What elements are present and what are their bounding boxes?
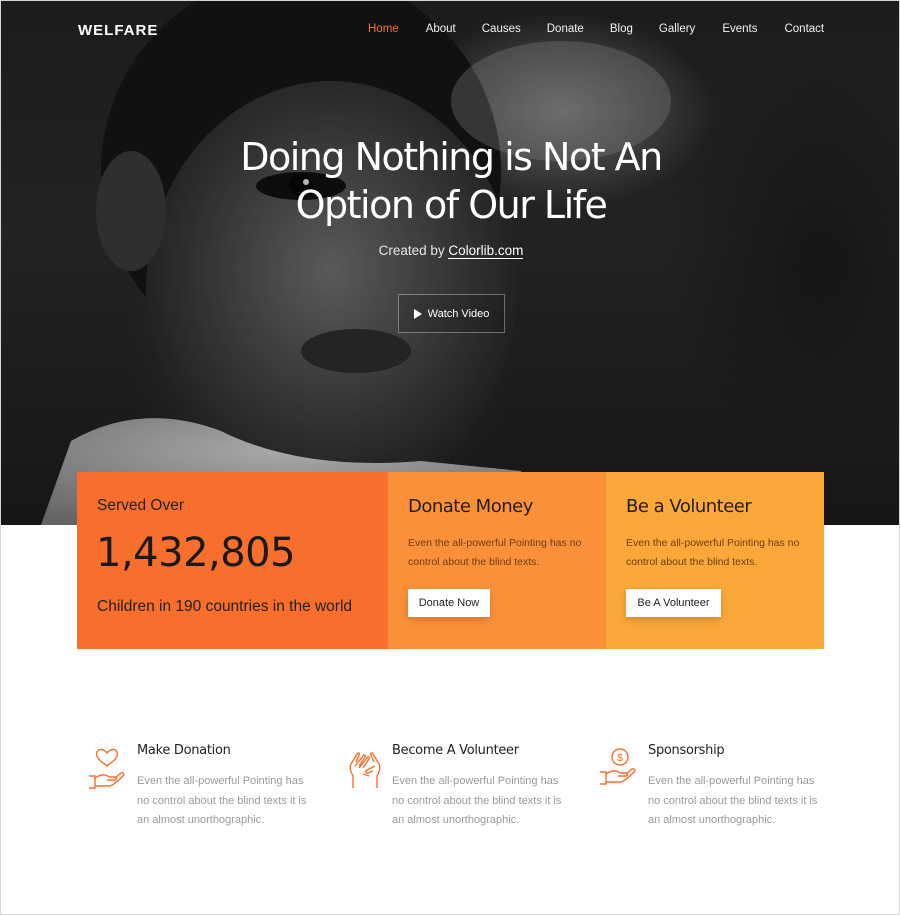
service-text: Even the all-powerful Pointing has no co…	[648, 775, 818, 826]
watch-video-button[interactable]: Watch Video	[398, 294, 505, 333]
hero-title-line1: Doing Nothing is Not An	[240, 135, 663, 179]
nav-item-blog[interactable]: Blog	[610, 23, 633, 35]
stats-panel: Served Over 1,432,805 Children in 190 co…	[77, 472, 388, 649]
service-become-volunteer: Become A Volunteer Even the all-powerful…	[342, 740, 572, 840]
hero-credit-link[interactable]: Colorlib.com	[448, 243, 524, 259]
hero-title-line2: Option of Our Life	[295, 183, 608, 227]
nav-item-donate[interactable]: Donate	[547, 23, 584, 35]
stats-description: Children in 190 countries in the world	[97, 598, 353, 615]
hero-title: Doing Nothing is Not An Option of Our Li…	[201, 133, 701, 229]
service-text: Even the all-powerful Pointing has no co…	[137, 775, 307, 826]
donate-text: Even the all-powerful Pointing has no co…	[408, 537, 582, 568]
stats-label: Served Over	[97, 497, 185, 514]
volunteer-panel: Be a Volunteer Even the all-powerful Poi…	[606, 472, 824, 649]
service-sponsorship: $ Sponsorship Even the all-powerful Poin…	[598, 740, 828, 840]
service-make-donation: Make Donation Even the all-powerful Poin…	[87, 740, 317, 840]
service-title: Sponsorship	[648, 743, 725, 758]
hero-section: WELFARE Home About Causes Donate Blog Ga…	[1, 1, 899, 525]
hero-credit-prefix: Created by	[378, 243, 445, 258]
nav-item-events[interactable]: Events	[722, 23, 757, 35]
hero-overlay	[1, 1, 899, 525]
heart-hand-icon	[89, 748, 125, 789]
play-icon	[413, 308, 422, 319]
donate-panel: Donate Money Even the all-powerful Point…	[388, 472, 606, 649]
nav-item-gallery[interactable]: Gallery	[659, 23, 695, 35]
service-text: Even the all-powerful Pointing has no co…	[392, 775, 562, 826]
be-a-volunteer-button[interactable]: Be A Volunteer	[626, 589, 721, 617]
nav-item-causes[interactable]: Causes	[482, 23, 521, 35]
hands-icon	[349, 752, 381, 788]
volunteer-text: Even the all-powerful Pointing has no co…	[626, 537, 800, 568]
main-nav: Home About Causes Donate Blog Gallery Ev…	[361, 23, 824, 35]
donate-now-button[interactable]: Donate Now	[408, 589, 490, 617]
watch-video-label: Watch Video	[427, 307, 490, 320]
coin-hand-icon: $	[600, 748, 636, 785]
nav-item-about[interactable]: About	[426, 23, 456, 35]
donate-title: Donate Money	[408, 496, 533, 517]
brand-logo[interactable]: WELFARE	[78, 22, 158, 39]
nav-item-home[interactable]: Home	[368, 23, 399, 35]
volunteer-title: Be a Volunteer	[626, 496, 752, 517]
hero-credit: Created by Colorlib.com	[301, 243, 601, 259]
service-title: Become A Volunteer	[392, 743, 519, 758]
svg-text:$: $	[617, 753, 623, 764]
stats-number: 1,432,805	[96, 530, 296, 576]
nav-item-contact[interactable]: Contact	[784, 23, 824, 35]
service-title: Make Donation	[137, 743, 231, 758]
